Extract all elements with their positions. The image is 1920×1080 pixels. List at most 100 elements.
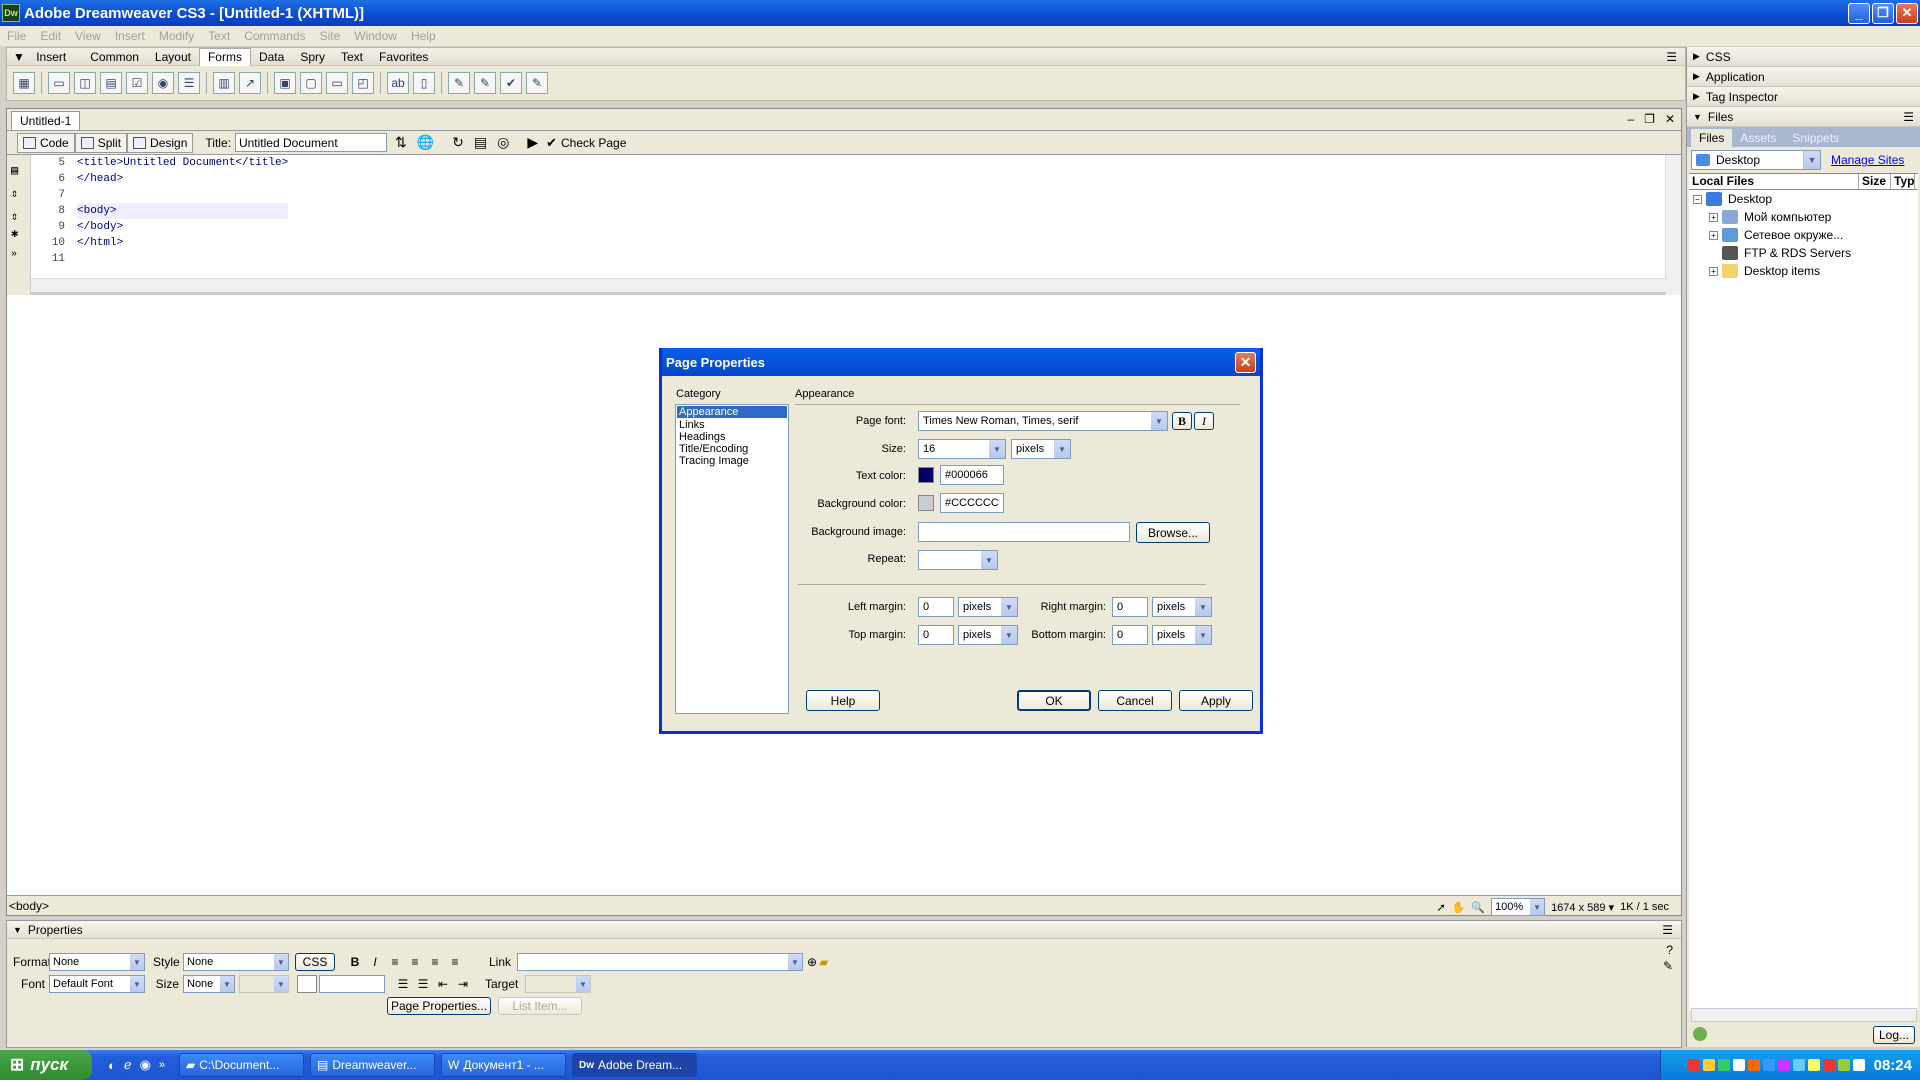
bold-button[interactable]: B: [347, 954, 363, 970]
preview-browser-icon[interactable]: 🌐: [417, 134, 434, 151]
italic-button[interactable]: I: [367, 954, 383, 970]
tray-icon[interactable]: [1822, 1059, 1835, 1071]
tree-node-my-computer[interactable]: + Мой компьютер: [1689, 208, 1918, 226]
more-quicklaunch-icon[interactable]: »: [159, 1059, 165, 1071]
image-field-icon[interactable]: ▣: [274, 72, 296, 94]
minimize-button[interactable]: _: [1848, 2, 1870, 24]
panel-options-icon[interactable]: ☰: [1903, 110, 1914, 124]
menu-modify[interactable]: Modify: [152, 29, 201, 43]
tray-icon[interactable]: [1807, 1059, 1820, 1071]
col-type[interactable]: Typ: [1891, 174, 1915, 189]
restore-button[interactable]: ❐: [1872, 2, 1894, 24]
panel-options-icon[interactable]: ☰: [1662, 923, 1673, 937]
tab-files[interactable]: Files: [1691, 129, 1733, 147]
outdent-icon[interactable]: ⇤: [435, 976, 451, 992]
tray-icon[interactable]: [1702, 1059, 1715, 1071]
tray-icon[interactable]: [1747, 1059, 1760, 1071]
insert-tab-common[interactable]: Common: [82, 50, 147, 64]
zoom-select[interactable]: 100% ▼: [1491, 898, 1546, 916]
label-icon[interactable]: ◰: [352, 72, 374, 94]
tray-icon[interactable]: [1777, 1059, 1790, 1071]
bottom-margin-unit-select[interactable]: pixels ▼: [1152, 625, 1212, 645]
radio-button-icon[interactable]: ◉: [152, 72, 174, 94]
background-color-input[interactable]: #CCCCCC: [940, 493, 1004, 513]
quick-tag-editor-icon[interactable]: ✎: [1663, 959, 1673, 973]
spry-validation-checkbox-icon[interactable]: ✔: [500, 72, 522, 94]
ordered-list-icon[interactable]: ☰: [415, 976, 431, 992]
align-left-icon[interactable]: ≡: [387, 954, 403, 970]
tray-icon[interactable]: [1762, 1059, 1775, 1071]
bottom-margin-input[interactable]: 0: [1112, 625, 1148, 645]
background-color-swatch[interactable]: [918, 495, 934, 511]
expand-icon[interactable]: +: [1709, 230, 1718, 240]
select-tool-icon[interactable]: ➚: [1436, 901, 1445, 914]
code-horizontal-scrollbar[interactable]: [31, 278, 1667, 292]
top-margin-input[interactable]: 0: [918, 625, 954, 645]
repeat-select[interactable]: ▼: [918, 550, 998, 570]
manage-sites-link[interactable]: Manage Sites: [1831, 153, 1904, 167]
tray-icon[interactable]: [1687, 1059, 1700, 1071]
left-margin-unit-select[interactable]: pixels ▼: [958, 597, 1018, 617]
window-size-readout[interactable]: 1674 x 589 ▾: [1551, 901, 1614, 914]
quicklaunch-icon[interactable]: ◐: [108, 1058, 116, 1073]
tray-icon[interactable]: [1837, 1059, 1850, 1071]
spry-validation-text-icon[interactable]: ✎: [448, 72, 470, 94]
menu-view[interactable]: View: [68, 29, 108, 43]
insert-tab-forms[interactable]: Forms: [198, 47, 251, 66]
tab-snippets[interactable]: Snippets: [1784, 129, 1847, 147]
checkbox-icon[interactable]: ☑: [126, 72, 148, 94]
tray-icon[interactable]: [1732, 1059, 1745, 1071]
text-color-swatch[interactable]: [297, 975, 317, 993]
page-font-select[interactable]: Times New Roman, Times, serif ▼: [918, 411, 1168, 431]
button-icon[interactable]: ▭: [326, 72, 348, 94]
menu-text[interactable]: Text: [201, 29, 237, 43]
doc-minimize-icon[interactable]: –: [1627, 112, 1634, 126]
expand-icon[interactable]: +: [1709, 266, 1718, 276]
help-button[interactable]: Help: [806, 690, 880, 711]
application-panel-header[interactable]: ▶ Application: [1687, 67, 1920, 87]
spry-validation-textarea-icon[interactable]: ✎: [526, 72, 548, 94]
expand-icon[interactable]: +: [1709, 212, 1718, 222]
code-lines[interactable]: <title>Untitled Document</title> </head>…: [77, 155, 289, 267]
close-button[interactable]: ✕: [1896, 2, 1918, 24]
point-to-file-icon[interactable]: ⊕: [807, 955, 817, 969]
tag-inspector-panel-header[interactable]: ▶ Tag Inspector: [1687, 87, 1920, 107]
tree-node-desktop[interactable]: − Desktop: [1689, 190, 1918, 208]
spry-validation-select-icon[interactable]: ✎: [474, 72, 496, 94]
design-view-button[interactable]: Design: [127, 132, 194, 153]
tree-node-desktop-items[interactable]: + Desktop items: [1689, 262, 1918, 280]
menu-insert[interactable]: Insert: [108, 29, 152, 43]
ie-icon[interactable]: ℯ: [124, 1057, 132, 1073]
font-size-unit-select[interactable]: pixels ▼: [1011, 439, 1071, 459]
site-select[interactable]: Desktop ▼: [1691, 150, 1821, 170]
code-view[interactable]: ▤ ⇕ ⇕ ✱ » 5 6 7 8 9 10 11 <title>Untitle…: [7, 155, 1681, 295]
right-margin-input[interactable]: 0: [1112, 597, 1148, 617]
bold-toggle-button[interactable]: B: [1172, 412, 1192, 430]
doc-close-icon[interactable]: ✕: [1665, 112, 1675, 126]
view-options-icon[interactable]: ▤: [474, 134, 487, 151]
apply-button[interactable]: Apply: [1179, 690, 1253, 711]
category-title-encoding[interactable]: Title/Encoding: [676, 443, 788, 455]
justify-icon[interactable]: ≡: [447, 954, 463, 970]
files-horizontal-scrollbar[interactable]: [1691, 1008, 1917, 1022]
files-panel-header[interactable]: ▼ Files ☰: [1687, 107, 1920, 127]
file-field-icon[interactable]: ▢: [300, 72, 322, 94]
hand-tool-icon[interactable]: ✋: [1452, 901, 1466, 914]
tag-selector[interactable]: <body>: [9, 899, 49, 913]
page-properties-button[interactable]: Page Properties...: [387, 997, 491, 1015]
doc-restore-icon[interactable]: ❐: [1644, 112, 1655, 126]
insert-tab-layout[interactable]: Layout: [147, 50, 199, 64]
col-local-files[interactable]: Local Files: [1689, 174, 1859, 189]
left-margin-input[interactable]: 0: [918, 597, 954, 617]
dialog-close-button[interactable]: ✕: [1235, 352, 1256, 373]
right-margin-unit-select[interactable]: pixels ▼: [1152, 597, 1212, 617]
style-select[interactable]: None ▼: [183, 953, 289, 971]
insert-bar-title[interactable]: ▼ Insert: [7, 50, 82, 64]
indent-icon[interactable]: ⇥: [455, 976, 471, 992]
insert-tab-data[interactable]: Data: [251, 50, 292, 64]
text-color-input[interactable]: #000066: [940, 465, 1004, 485]
tree-node-network[interactable]: + Сетевое окруже...: [1689, 226, 1918, 244]
link-input[interactable]: ▼: [517, 953, 803, 971]
menu-edit[interactable]: Edit: [33, 29, 68, 43]
category-links[interactable]: Links: [676, 419, 788, 431]
